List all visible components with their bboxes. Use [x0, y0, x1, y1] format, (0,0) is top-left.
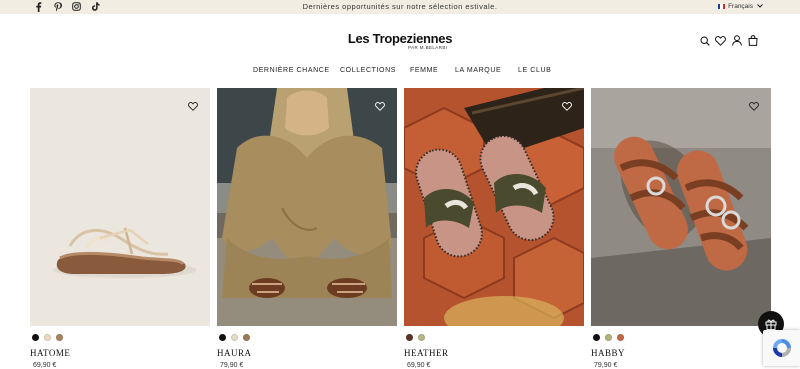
nav-item-collections[interactable]: COLLECTIONS	[340, 62, 396, 74]
language-selector[interactable]: Français	[718, 2, 764, 10]
search-icon[interactable]	[699, 35, 710, 46]
product-card[interactable]: HABBY 79,90 €	[591, 88, 771, 369]
sandal-stone-photo	[591, 88, 771, 326]
color-swatch[interactable]	[44, 334, 51, 341]
product-image[interactable]	[404, 88, 584, 326]
wishlist-heart-icon[interactable]	[749, 98, 759, 111]
brand-logo-subtitle: PAR M.BELARBI	[408, 45, 448, 50]
announcement-bar: Dernières opportunités sur notre sélecti…	[0, 0, 800, 14]
sandal-tile-photo	[404, 88, 584, 326]
product-card[interactable]: HEATHER 69,90 €	[404, 88, 584, 369]
color-swatches	[593, 334, 624, 341]
color-swatch[interactable]	[406, 334, 413, 341]
announcement-text: Dernières opportunités sur notre sélecti…	[302, 2, 498, 11]
color-swatches	[219, 334, 250, 341]
language-label: Français	[728, 2, 753, 10]
sandal-photo	[30, 88, 210, 326]
account-icon[interactable]	[731, 35, 742, 46]
color-swatch[interactable]	[219, 334, 226, 341]
heart-icon[interactable]	[715, 35, 726, 46]
nav-item-derniere-chance[interactable]: DERNIÈRE CHANCE	[253, 62, 330, 74]
nav-item-la-marque[interactable]: LA MARQUE	[455, 62, 501, 74]
color-swatch[interactable]	[231, 334, 238, 341]
color-swatch[interactable]	[617, 334, 624, 341]
product-name[interactable]: HATOME	[30, 348, 70, 358]
header-actions	[699, 35, 758, 46]
color-swatch[interactable]	[32, 334, 39, 341]
recaptcha-badge[interactable]	[763, 330, 800, 366]
color-swatches	[406, 334, 425, 341]
site-header: Les Tropeziennes PAR M.BELARBI	[0, 14, 800, 62]
wishlist-heart-icon[interactable]	[562, 98, 572, 111]
wishlist-heart-icon[interactable]	[375, 98, 385, 111]
product-image[interactable]	[591, 88, 771, 326]
bag-icon[interactable]	[747, 35, 758, 46]
france-flag-icon	[718, 3, 726, 9]
recaptcha-icon	[772, 339, 791, 357]
product-name[interactable]: HAURA	[217, 348, 252, 358]
wishlist-heart-icon[interactable]	[188, 98, 198, 111]
color-swatch[interactable]	[605, 334, 612, 341]
color-swatches	[32, 334, 63, 341]
nav-item-le-club[interactable]: LE CLUB	[518, 62, 551, 74]
color-swatch[interactable]	[418, 334, 425, 341]
model-photo	[217, 88, 397, 326]
product-name[interactable]: HEATHER	[404, 348, 449, 358]
gift-icon	[765, 319, 777, 330]
main-nav: DERNIÈRE CHANCE COLLECTIONS FEMME LA MAR…	[0, 62, 800, 82]
color-swatch[interactable]	[56, 334, 63, 341]
product-image[interactable]	[217, 88, 397, 326]
product-image[interactable]	[30, 88, 210, 326]
product-card[interactable]: HATOME 69,90 €	[30, 88, 210, 369]
product-card[interactable]: HAURA 79,90 €	[217, 88, 397, 369]
chevron-down-icon	[756, 2, 764, 10]
color-swatch[interactable]	[593, 334, 600, 341]
brand-logo[interactable]: Les Tropeziennes	[0, 31, 800, 46]
product-name[interactable]: HABBY	[591, 348, 625, 358]
nav-item-femme[interactable]: FEMME	[410, 62, 438, 74]
color-swatch[interactable]	[243, 334, 250, 341]
